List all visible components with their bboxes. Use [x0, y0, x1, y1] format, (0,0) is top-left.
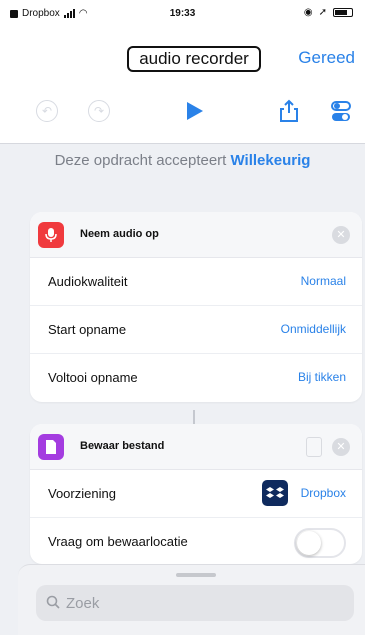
- accepts-prefix: Deze opdracht accepteert: [54, 152, 227, 169]
- share-icon[interactable]: [276, 98, 302, 124]
- row-value[interactable]: Dropbox: [301, 486, 346, 500]
- variable-icon[interactable]: [306, 437, 322, 457]
- row-label: Vraag om bewaarlocatie: [48, 534, 188, 549]
- row-label: Audiokwaliteit: [48, 274, 128, 289]
- undo-icon[interactable]: ↶: [34, 98, 60, 124]
- done-button[interactable]: Gereed: [298, 48, 355, 68]
- row-value[interactable]: Onmiddellijk: [281, 322, 346, 336]
- search-icon: [46, 595, 60, 614]
- settings-icon[interactable]: [330, 98, 356, 124]
- alarm-icon: ◉: [303, 7, 313, 18]
- row-label: Start opname: [48, 322, 127, 337]
- action-title: Bewaar bestand: [80, 440, 165, 452]
- search-placeholder: Zoek: [66, 595, 100, 612]
- start-recording-row[interactable]: Start opname Onmiddellijk: [30, 306, 362, 354]
- location-icon: ➚: [318, 7, 327, 18]
- document-icon: [38, 434, 64, 460]
- input-type-line: Deze opdracht accepteert Willekeurig: [0, 152, 365, 169]
- dropbox-icon: [262, 480, 288, 506]
- ask-location-row: Vraag om bewaarlocatie: [30, 518, 362, 564]
- service-row[interactable]: Voorziening Dropbox: [30, 470, 362, 518]
- accepts-value[interactable]: Willekeurig: [231, 152, 311, 169]
- audio-quality-row[interactable]: Audiokwaliteit Normaal: [30, 258, 362, 306]
- row-label: Voltooi opname: [48, 370, 138, 385]
- row-value[interactable]: Bij tikken: [298, 370, 346, 384]
- save-file-action[interactable]: Bewaar bestand ✕ Voorziening Dropbox Vra…: [30, 424, 362, 564]
- battery-icon: [333, 8, 353, 17]
- action-header: Bewaar bestand ✕: [30, 424, 362, 470]
- action-connector: [193, 410, 195, 424]
- navigation-bar: audio recorder Gereed: [0, 26, 365, 90]
- play-icon[interactable]: [182, 99, 206, 123]
- redo-icon[interactable]: ↷: [86, 98, 112, 124]
- close-icon[interactable]: ✕: [332, 438, 350, 456]
- action-title: Neem audio op: [80, 228, 159, 240]
- actions-sheet: Zoek: [18, 564, 365, 635]
- sheet-grabber[interactable]: [176, 573, 216, 577]
- record-audio-action[interactable]: Neem audio op ✕ Audiokwaliteit Normaal S…: [30, 212, 362, 402]
- search-input[interactable]: Zoek: [36, 585, 354, 621]
- microphone-icon: [38, 222, 64, 248]
- ask-location-toggle[interactable]: [294, 528, 346, 558]
- row-value[interactable]: Normaal: [301, 274, 346, 288]
- editor-toolbar: ↶ ↷: [0, 90, 365, 144]
- finish-recording-row[interactable]: Voltooi opname Bij tikken: [30, 354, 362, 402]
- action-header: Neem audio op ✕: [30, 212, 362, 258]
- row-label: Voorziening: [48, 486, 116, 501]
- shortcut-title[interactable]: audio recorder: [127, 46, 261, 72]
- status-bar: Dropbox ◠ 19:33 ◉ ➚: [0, 0, 365, 26]
- status-right: ◉ ➚: [304, 7, 353, 18]
- close-icon[interactable]: ✕: [332, 226, 350, 244]
